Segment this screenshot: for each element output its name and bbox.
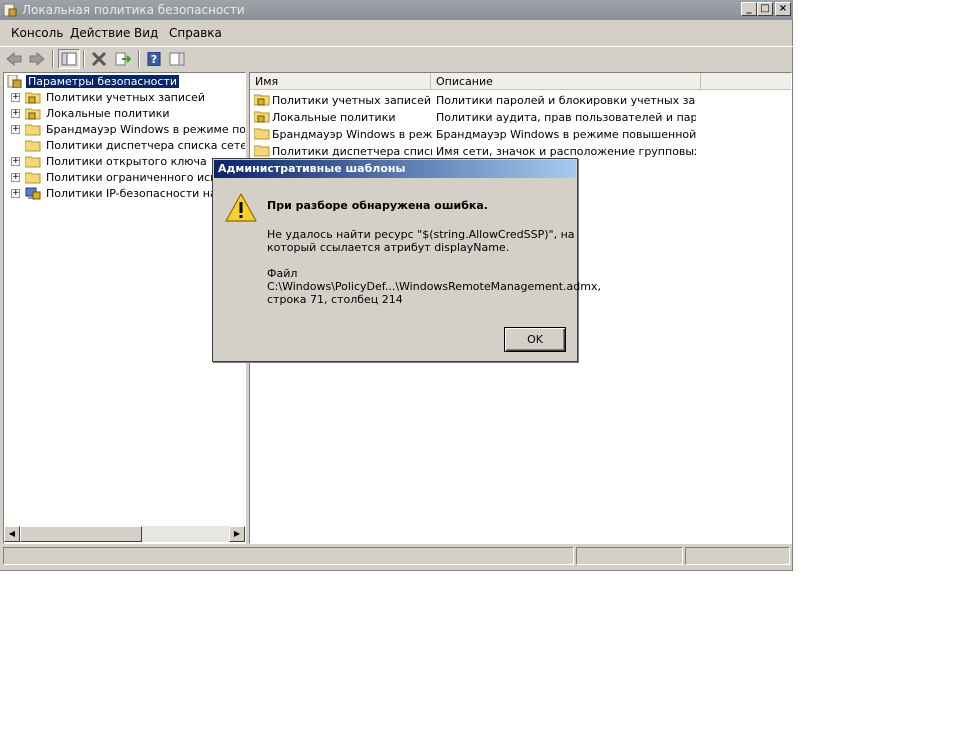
expand-icon[interactable]: + xyxy=(11,93,20,102)
scroll-thumb[interactable] xyxy=(20,526,142,542)
toolbar: ? xyxy=(0,46,793,71)
help-button[interactable]: ? xyxy=(143,49,165,69)
tree-root-label: Параметры безопасности xyxy=(26,75,180,88)
expand-icon[interactable]: + xyxy=(11,109,20,118)
menu-bar: Консоль Действие Вид Справка xyxy=(0,22,793,44)
maximize-button[interactable]: □ xyxy=(757,2,773,16)
folder-lock-icon xyxy=(25,108,41,120)
ok-button[interactable]: OK xyxy=(504,327,566,352)
arrow-left-icon xyxy=(6,52,22,66)
error-dialog: Административные шаблоны При разборе обн… xyxy=(212,158,601,362)
list-item[interactable]: Брандмауэр Windows в режи... Брандмауэр … xyxy=(250,126,791,142)
dialog-title-bar[interactable]: Административные шаблоны xyxy=(214,160,576,178)
export-list-button[interactable] xyxy=(112,49,134,69)
show-hide-tree-button[interactable] xyxy=(58,49,80,69)
tree-item-public-key-policies[interactable]: + Политики открытого ключа xyxy=(4,154,244,170)
title-bar[interactable]: Локальная политика безопасности _ □ × xyxy=(0,0,793,20)
column-header-empty xyxy=(701,73,791,90)
expand-icon[interactable]: + xyxy=(11,125,20,134)
menu-console[interactable]: Консоль xyxy=(11,26,63,40)
status-panel-3 xyxy=(685,547,790,565)
expand-icon[interactable]: + xyxy=(11,157,20,166)
folder-icon xyxy=(25,172,41,184)
status-panel-2 xyxy=(576,547,683,565)
menu-view[interactable]: Вид xyxy=(134,26,158,40)
tree-item-ip-security[interactable]: + Политики IP-безопасности на "Л xyxy=(4,186,244,202)
menu-help[interactable]: Справка xyxy=(169,26,222,40)
list-item[interactable]: Локальные политики Политики аудита, прав… xyxy=(250,109,791,125)
console-tree-icon xyxy=(61,52,77,66)
minimize-button[interactable]: _ xyxy=(741,2,757,16)
status-bar xyxy=(0,546,793,566)
forward-button[interactable] xyxy=(26,49,48,69)
folder-icon xyxy=(25,124,41,136)
delete-x-icon xyxy=(91,52,107,66)
tree-item-windows-firewall[interactable]: + Брандмауэр Windows в режиме повыше xyxy=(4,122,245,138)
list-item[interactable]: Политики диспетчера списк... Имя сети, з… xyxy=(250,143,791,159)
column-header-description[interactable]: Описание xyxy=(431,73,701,90)
dialog-heading: При разборе обнаружена ошибка. xyxy=(267,199,488,212)
list-item[interactable]: Политики учетных записей Политики пароле… xyxy=(250,92,791,108)
status-panel-main xyxy=(3,547,574,565)
toolbar-separator xyxy=(83,50,85,68)
folder-lock-icon xyxy=(25,92,41,104)
tree-item-network-list-policies[interactable]: Политики диспетчера списка сетей xyxy=(4,138,245,154)
tree-item-account-policies[interactable]: + Политики учетных записей xyxy=(4,90,244,106)
dialog-file-path: C:\Windows\PolicyDef...\WindowsRemoteMan… xyxy=(267,280,601,293)
folder-lock-icon xyxy=(254,111,270,123)
close-button[interactable]: × xyxy=(775,2,791,16)
tree-horizontal-scrollbar[interactable]: ◀ ▶ xyxy=(4,526,245,542)
dialog-message-line2: который ссылается атрибут displayName. xyxy=(267,241,510,254)
tree-root[interactable]: Параметры безопасности xyxy=(4,74,244,90)
dialog-message-line1: Не удалось найти ресурс "$(string.AllowC… xyxy=(267,228,575,241)
tree-item-local-policies[interactable]: + Локальные политики xyxy=(4,106,244,122)
dialog-title: Административные шаблоны xyxy=(218,162,406,175)
folder-icon xyxy=(254,128,270,140)
toolbar-separator xyxy=(52,50,54,68)
dialog-file-label: Файл xyxy=(267,267,298,280)
expand-icon[interactable]: + xyxy=(11,189,20,198)
folder-icon xyxy=(254,145,270,157)
action-pane-icon xyxy=(169,52,185,66)
export-icon xyxy=(115,52,131,66)
expand-icon[interactable]: + xyxy=(11,173,20,182)
menu-action[interactable]: Действие xyxy=(70,26,130,40)
dialog-file-position: строка 71, столбец 214 xyxy=(267,293,403,306)
toolbar-separator xyxy=(138,50,140,68)
security-settings-icon xyxy=(7,75,22,88)
folder-icon xyxy=(25,140,41,152)
tree-item-software-restriction[interactable]: + Политики ограниченного исполь xyxy=(4,170,244,186)
folder-icon xyxy=(25,156,41,168)
warning-icon xyxy=(225,193,257,222)
ip-security-icon xyxy=(25,187,41,200)
console-tree-pane: Параметры безопасности + Политики учетны… xyxy=(3,72,246,544)
scroll-left-icon[interactable]: ◀ xyxy=(4,526,20,542)
security-policy-app-icon xyxy=(3,3,17,17)
arrow-right-icon xyxy=(29,52,45,66)
folder-lock-icon xyxy=(254,94,270,106)
column-header-name[interactable]: Имя xyxy=(250,73,431,90)
show-action-pane-button[interactable] xyxy=(166,49,188,69)
help-icon: ? xyxy=(147,52,161,66)
delete-button[interactable] xyxy=(88,49,110,69)
svg-text:?: ? xyxy=(151,53,157,66)
scroll-right-icon[interactable]: ▶ xyxy=(229,526,245,542)
window-title: Локальная политика безопасности xyxy=(22,3,245,17)
back-button[interactable] xyxy=(3,49,25,69)
